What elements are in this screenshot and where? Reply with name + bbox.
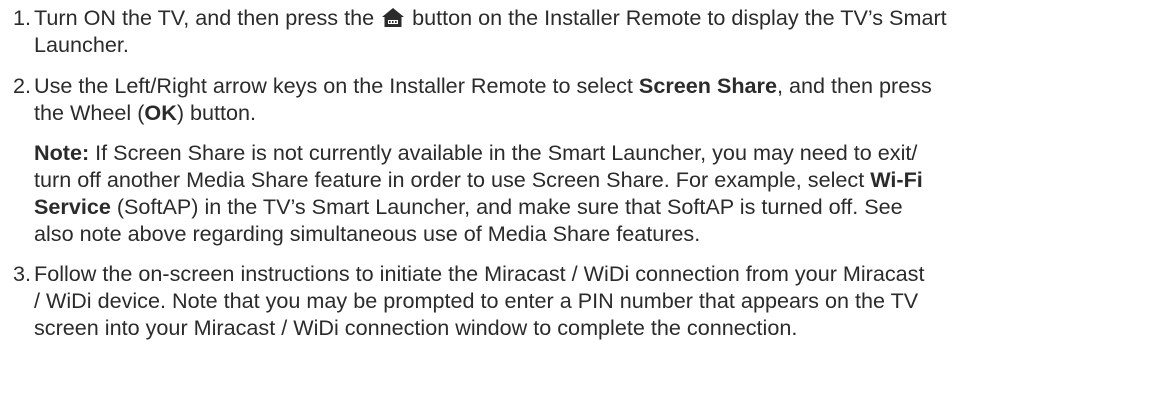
step-3-line-1: Follow the on-screen instructions to ini…: [34, 261, 925, 286]
step-number: 1.: [13, 5, 32, 30]
note-line-4: also note above regarding simultaneous u…: [34, 221, 701, 246]
note-text-2: turn off another Media Share feature in …: [34, 167, 871, 192]
step-3-line-2: / WiDi device. Note that you may be prom…: [34, 288, 919, 313]
step-2-line-2: the Wheel (OK) button.: [34, 99, 1152, 126]
step-number: 2.: [13, 73, 32, 98]
wifi-term: Wi-Fi: [870, 167, 923, 192]
note-line-2: turn off another Media Share feature in …: [34, 166, 1152, 193]
home-icon: [382, 8, 405, 27]
ok-term: OK: [144, 100, 177, 125]
step-2: 2. Use the Left/Right arrow keys on the …: [0, 72, 1152, 247]
screen-share-term: Screen Share: [638, 73, 777, 98]
step-2-line-1: Use the Left/Right arrow keys on the Ins…: [34, 72, 1152, 99]
note-label: Note:: [34, 140, 90, 165]
instruction-steps: 1. Turn ON the TV, and then press the bu…: [0, 4, 1152, 341]
step-2-text-c: the Wheel (: [34, 100, 145, 125]
step-3-line-3: screen into your Miracast / WiDi connect…: [34, 315, 798, 340]
document-page: 1. Turn ON the TV, and then press the bu…: [0, 0, 1152, 396]
note-text-3: (SoftAP) in the TV’s Smart Launcher, and…: [110, 194, 903, 219]
step-1-text-b: button on the Installer Remote to displa…: [412, 5, 947, 30]
step-1-line-2: Launcher.: [34, 32, 129, 57]
step-1-text-a: Turn ON the TV, and then press the: [34, 5, 375, 30]
step-3: 3. Follow the on-screen instructions to …: [0, 260, 1152, 341]
step-1: 1. Turn ON the TV, and then press the bu…: [0, 4, 1152, 58]
step-number: 3.: [13, 261, 32, 286]
step-2-text-d: ) button.: [176, 100, 257, 125]
note-text-1: If Screen Share is not currently availab…: [89, 140, 918, 165]
note-block: Note: If Screen Share is not currently a…: [34, 139, 1152, 247]
service-term: Service: [34, 194, 111, 219]
note-line-1: Note: If Screen Share is not currently a…: [34, 139, 1152, 166]
step-2-text-b: , and then press: [776, 73, 932, 98]
step-1-line-1: Turn ON the TV, and then press the butto…: [34, 4, 1152, 31]
step-2-text-a: Use the Left/Right arrow keys on the Ins…: [34, 73, 639, 98]
note-line-3: Service (SoftAP) in the TV’s Smart Launc…: [34, 193, 1152, 220]
